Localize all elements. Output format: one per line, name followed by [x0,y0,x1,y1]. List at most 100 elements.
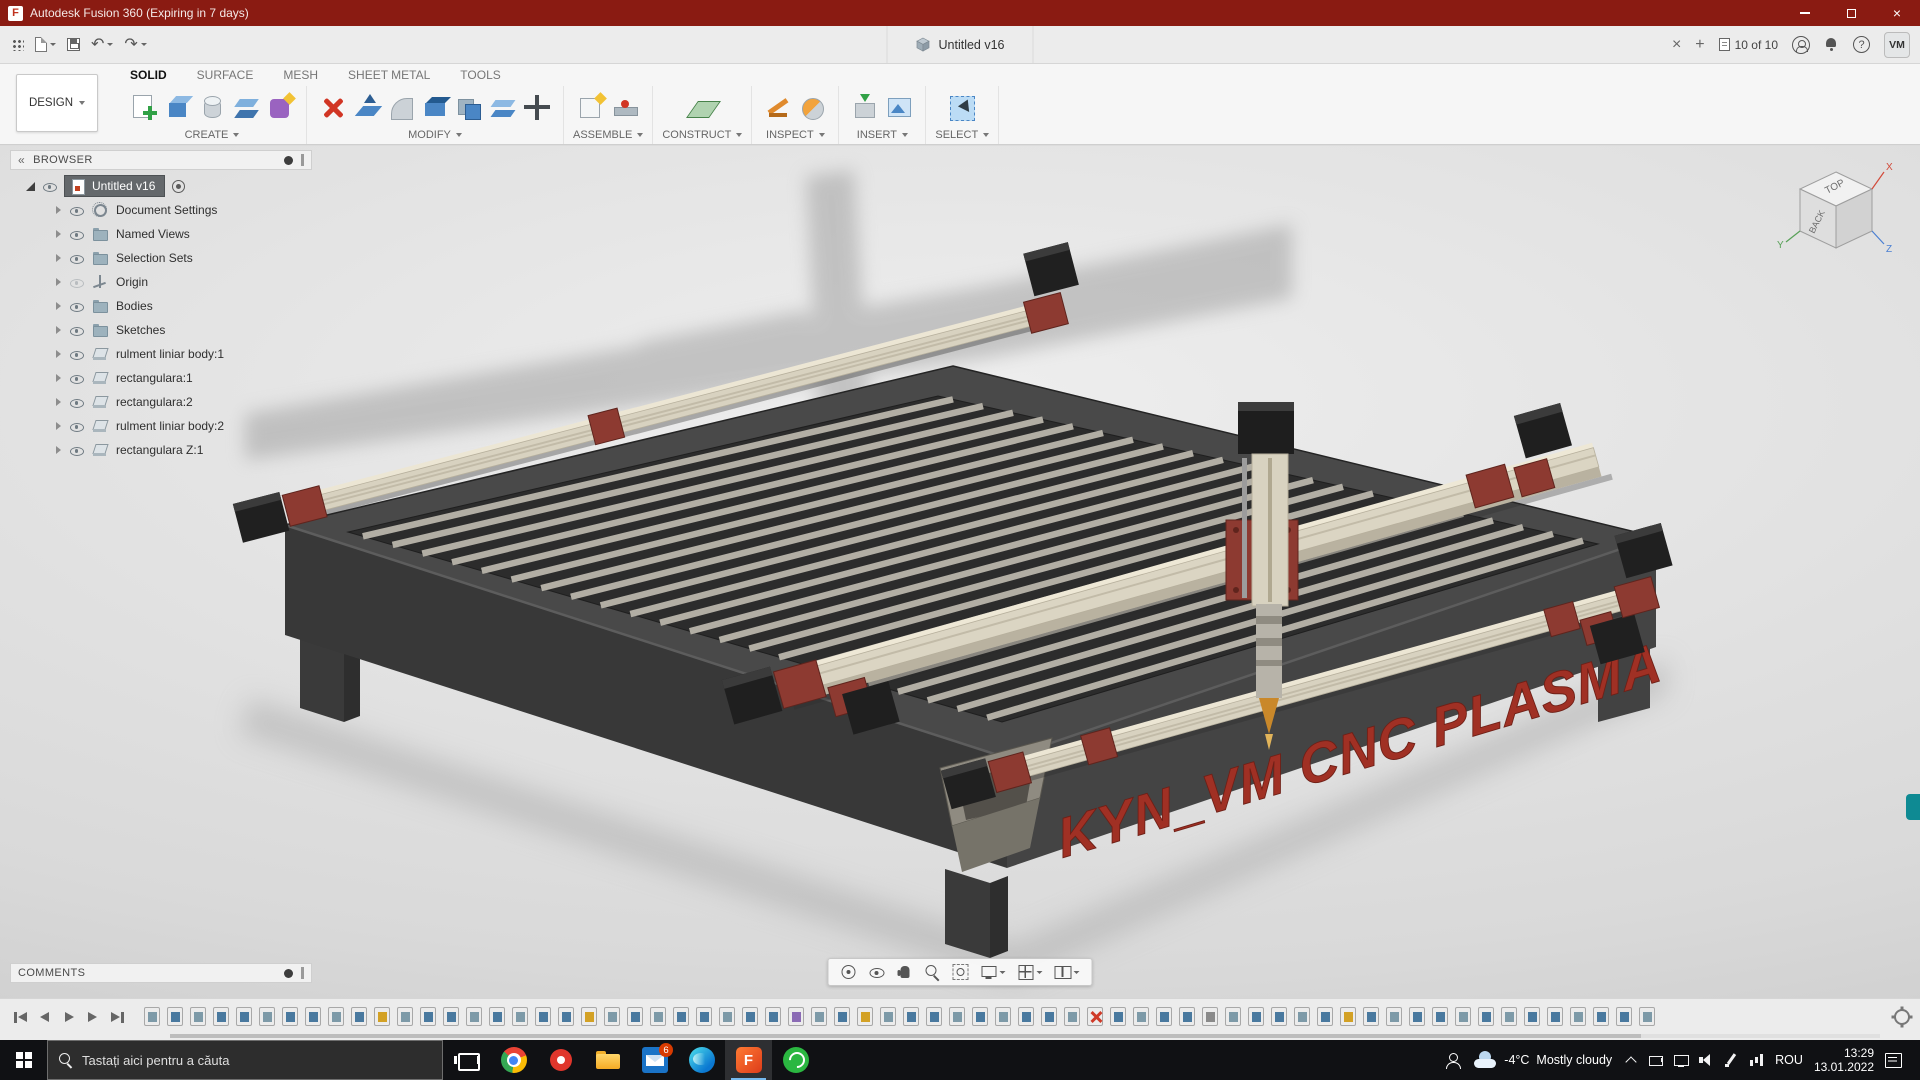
expand-caret-icon[interactable] [56,206,61,214]
timeline-sketch-icon[interactable] [1501,1007,1517,1026]
maximize-button[interactable] [1828,0,1874,26]
expand-caret-icon[interactable] [56,422,61,430]
timeline-sketch-icon[interactable] [1225,1007,1241,1026]
timeline-extrude-icon[interactable] [1317,1007,1333,1026]
viewcube[interactable]: TOP BACK X Y Z [1774,158,1898,264]
timeline-extrude-icon[interactable] [351,1007,367,1026]
timeline-scrollbar[interactable] [170,1034,1880,1038]
taskbar-app-mail[interactable]: 6 [631,1040,678,1080]
browser-item-rulment-liniar-body-1[interactable]: rulment liniar body:1 [10,342,312,366]
taskbar-app-chrome[interactable] [490,1040,537,1080]
browser-item-selection-sets[interactable]: Selection Sets [10,246,312,270]
battery-icon[interactable] [1648,1052,1664,1068]
taskbar-app-file-explorer[interactable] [584,1040,631,1080]
revolve-icon[interactable] [197,92,227,124]
timeline-sketch-icon[interactable] [880,1007,896,1026]
workspace-selector[interactable]: DESIGN [16,74,98,132]
close-tab-icon[interactable]: × [1672,37,1681,53]
document-tab[interactable]: Untitled v16 [886,26,1033,63]
new-sketch-icon[interactable] [129,92,159,124]
ribbon-tab-mesh[interactable]: MESH [283,68,318,82]
delete-icon[interactable] [318,92,348,124]
ribbon-tab-solid[interactable]: SOLID [130,68,167,82]
go-to-end-icon[interactable] [106,1005,128,1029]
timeline-sketch-icon[interactable] [811,1007,827,1026]
document-count[interactable]: 10 of 10 [1719,38,1778,52]
close-button[interactable]: × [1874,0,1920,26]
visibility-eye-icon[interactable] [69,203,84,218]
root-expand-caret-icon[interactable] [26,182,35,191]
timeline-extrude-icon[interactable] [1271,1007,1287,1026]
timeline-sketch-icon[interactable] [949,1007,965,1026]
timeline-sketch-icon[interactable] [1639,1007,1655,1026]
timeline-extrude-icon[interactable] [213,1007,229,1026]
select-icon[interactable] [947,92,977,124]
browser-item-rectangulara-2[interactable]: rectangulara:2 [10,390,312,414]
timeline-sketch-icon[interactable] [1455,1007,1471,1026]
timeline-extrude-icon[interactable] [765,1007,781,1026]
network-icon[interactable] [1748,1052,1764,1068]
timeline-scrollbar-thumb[interactable] [170,1034,1641,1038]
press-pull-icon[interactable] [352,92,382,124]
extrude-icon[interactable] [163,92,193,124]
timeline-sketch-icon[interactable] [995,1007,1011,1026]
timeline-sketch-icon[interactable] [397,1007,413,1026]
taskbar-weather[interactable]: -4°C Mostly cloudy [1473,1052,1612,1068]
fillet-icon[interactable] [386,92,416,124]
start-button[interactable] [0,1040,47,1080]
section-analysis-icon[interactable] [797,92,827,124]
help-icon[interactable]: ? [1853,36,1870,53]
navbar-zoom-button[interactable] [919,961,947,983]
visibility-eye-icon[interactable] [69,323,84,338]
taskbar-search[interactable] [47,1040,443,1080]
timeline-sketch-icon[interactable] [190,1007,206,1026]
ribbon-tab-tools[interactable]: TOOLS [460,68,500,82]
move-copy-icon[interactable] [522,92,552,124]
timeline-extrude-icon[interactable] [1478,1007,1494,1026]
visibility-eye-icon[interactable] [69,347,84,362]
timeline-sketch-icon[interactable] [466,1007,482,1026]
create-form-icon[interactable] [265,92,295,124]
expand-caret-icon[interactable] [56,326,61,334]
comments-header[interactable]: COMMENTS [10,963,312,983]
measure-icon[interactable] [763,92,793,124]
browser-root-selected[interactable]: Untitled v16 [64,175,165,197]
timeline-extrude-icon[interactable] [1363,1007,1379,1026]
expand-caret-icon[interactable] [56,278,61,286]
timeline-extrude-icon[interactable] [627,1007,643,1026]
navbar-fit-button[interactable] [947,961,975,983]
browser-item-document-settings[interactable]: Document Settings [10,198,312,222]
ribbon-group-label-select[interactable]: SELECT [935,129,989,141]
browser-item-sketches[interactable]: Sketches [10,318,312,342]
minimize-button[interactable] [1782,0,1828,26]
browser-item-origin[interactable]: Origin [10,270,312,294]
timeline-extrude-icon[interactable] [903,1007,919,1026]
timeline-options-gear-icon[interactable] [1894,1009,1910,1025]
timeline-extrude-icon[interactable] [673,1007,689,1026]
side-panel-tab[interactable] [1906,794,1920,820]
chevron-up-icon[interactable] [1623,1052,1639,1068]
timeline-joint-icon[interactable] [1202,1007,1218,1026]
display-icon[interactable] [1673,1052,1689,1068]
comments-resize-handle[interactable] [301,967,304,979]
browser-header[interactable]: « BROWSER [10,150,312,170]
expand-caret-icon[interactable] [56,302,61,310]
expand-caret-icon[interactable] [56,254,61,262]
timeline-sketch-icon[interactable] [1570,1007,1586,1026]
timeline-sketch-icon[interactable] [328,1007,344,1026]
save-button[interactable] [62,30,85,60]
timeline-extrude-icon[interactable] [742,1007,758,1026]
timeline-extrude-icon[interactable] [1593,1007,1609,1026]
timeline-extrude-icon[interactable] [489,1007,505,1026]
timeline-extrude-icon[interactable] [1524,1007,1540,1026]
timeline-extrude-icon[interactable] [1179,1007,1195,1026]
profile-icon[interactable] [1792,36,1810,54]
browser-resize-handle[interactable] [301,154,304,166]
timeline-pattern-icon[interactable] [788,1007,804,1026]
action-center-icon[interactable] [1885,1053,1902,1068]
comments-options-icon[interactable] [284,969,293,978]
browser-item-bodies[interactable]: Bodies [10,294,312,318]
timeline-extrude-icon[interactable] [926,1007,942,1026]
play-icon[interactable] [58,1005,80,1029]
ribbon-group-label-inspect[interactable]: INSPECT [766,129,825,141]
